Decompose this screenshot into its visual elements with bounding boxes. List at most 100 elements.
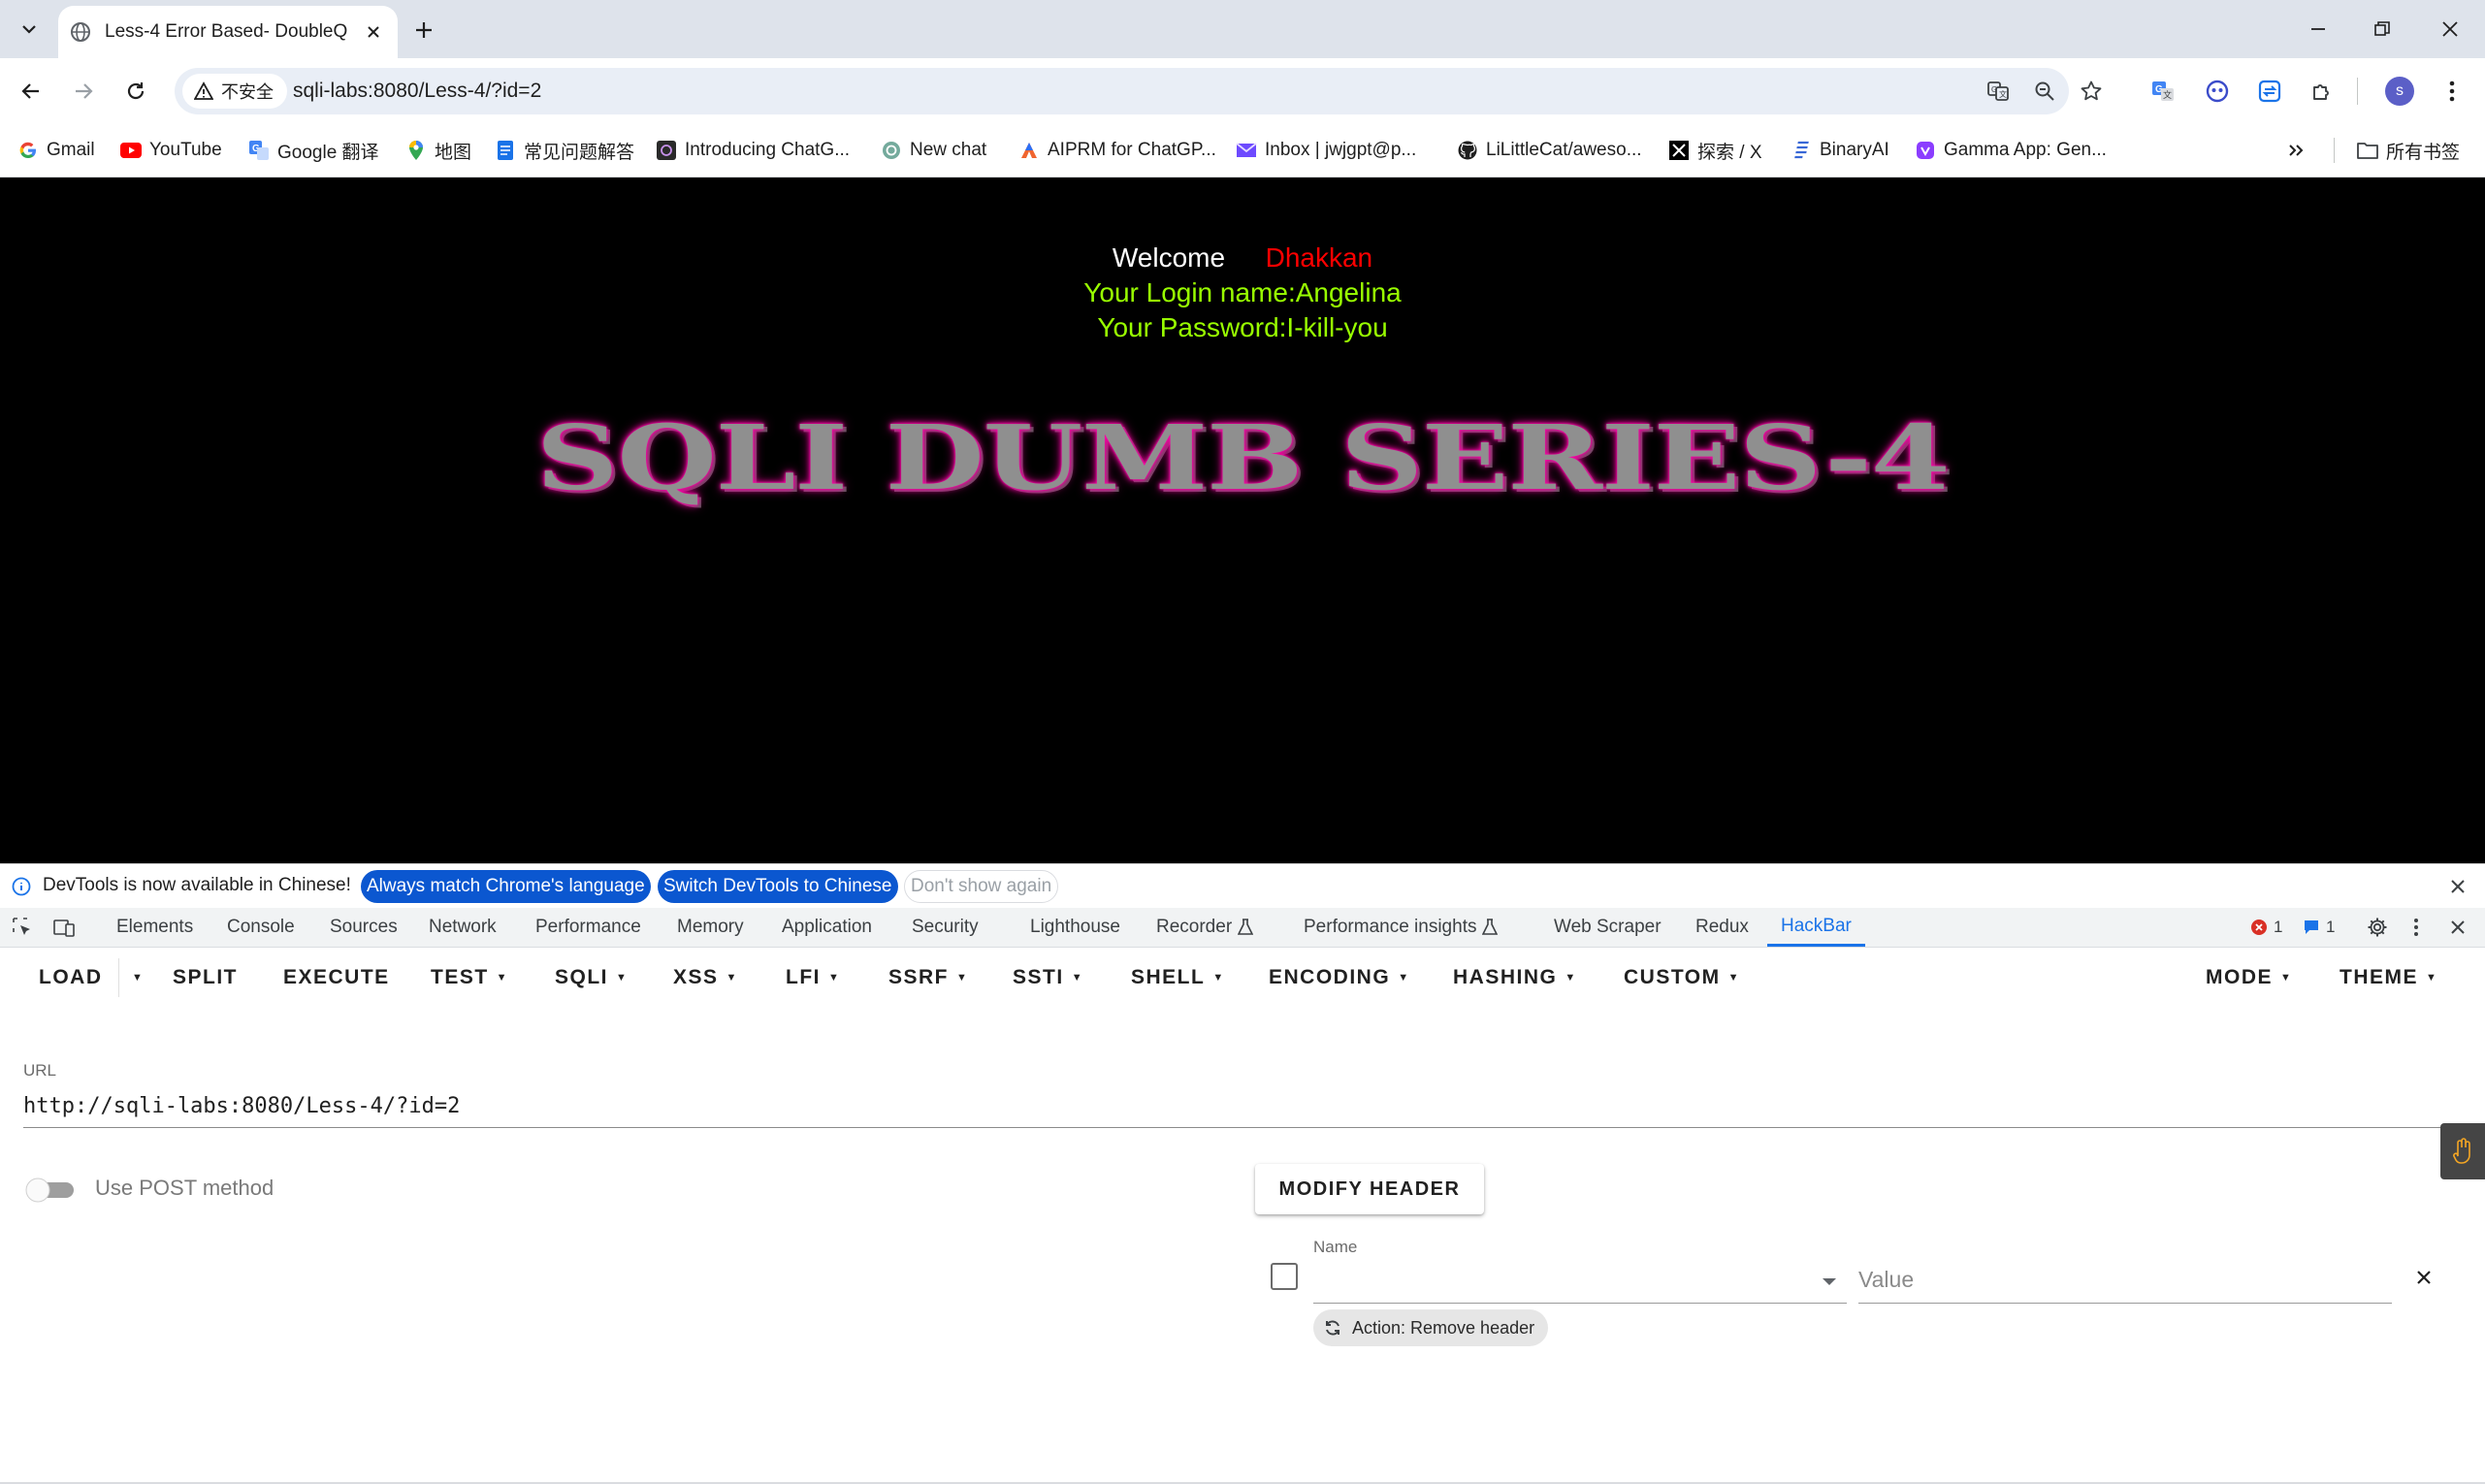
login-name-text: Your Login name:Angelina <box>1083 277 1402 307</box>
message-counter[interactable]: 1 <box>2303 908 2335 947</box>
bookmark-x[interactable]: 探索 / X <box>1668 134 1762 167</box>
remove-header-button[interactable] <box>2409 1263 2438 1292</box>
always-match-language-button[interactable]: Always match Chrome's language <box>361 870 651 903</box>
header-name-input[interactable] <box>1313 1263 1798 1300</box>
tab-performance-insights[interactable]: Performance insights <box>1304 908 1499 947</box>
bookmark-inbox[interactable]: Inbox | jwjgpt@p... <box>1236 134 1416 167</box>
modify-header-button[interactable]: MODIFY HEADER <box>1255 1164 1484 1214</box>
restore-button[interactable] <box>2353 10 2411 48</box>
lfi-menu[interactable]: LFI ▼ <box>786 958 840 997</box>
header-value-input[interactable]: Value <box>1858 1267 1914 1293</box>
close-icon[interactable] <box>2450 879 2466 894</box>
close-window-button[interactable] <box>2421 10 2479 48</box>
device-toolbar-button[interactable] <box>52 908 76 947</box>
bookmarks-overflow-button[interactable] <box>2287 134 2305 167</box>
tab-performance[interactable]: Performance <box>535 908 641 947</box>
minimize-button[interactable] <box>2289 10 2347 48</box>
tab-sources[interactable]: Sources <box>330 908 398 947</box>
sync-extension-icon[interactable] <box>2250 70 2289 113</box>
devtools-settings-button[interactable] <box>2367 908 2388 947</box>
bookmark-binaryai[interactable]: BinaryAI <box>1791 134 1889 167</box>
inspect-element-button[interactable] <box>12 908 33 947</box>
tab-application[interactable]: Application <box>782 908 872 947</box>
shell-menu[interactable]: SHELL ▼ <box>1131 958 1225 997</box>
browser-tab-active[interactable]: Less-4 Error Based- DoubleQ <box>58 6 398 58</box>
load-dropdown-button[interactable]: ▼ <box>128 958 144 997</box>
bookmark-label: 地图 <box>435 142 472 163</box>
caret-down-icon: ▼ <box>616 972 629 984</box>
bookmark-label: YouTube <box>149 140 222 160</box>
load-button[interactable]: LOAD <box>39 958 103 997</box>
profile-avatar[interactable]: s <box>2380 70 2419 113</box>
post-method-toggle[interactable] <box>23 1176 80 1205</box>
bookmark-star-icon[interactable] <box>2076 76 2107 107</box>
header-action-chip[interactable]: Action: Remove header <box>1313 1309 1549 1346</box>
bookmark-introducing-chatgpt[interactable]: Introducing ChatG... <box>656 134 850 167</box>
error-counter[interactable]: 1 <box>2250 908 2282 947</box>
bookmark-label: Google 翻译 <box>277 142 379 163</box>
test-menu[interactable]: TEST ▼ <box>431 958 508 997</box>
xss-menu[interactable]: XSS ▼ <box>673 958 738 997</box>
tab-security[interactable]: Security <box>912 908 979 947</box>
hackbar-url-input[interactable]: http://sqli-labs:8080/Less-4/?id=2 <box>23 1094 460 1118</box>
forward-button[interactable] <box>62 70 105 113</box>
url-text[interactable]: sqli-labs:8080/Less-4/?id=2 <box>293 80 541 103</box>
bookmark-aiprm[interactable]: AIPRM for ChatGP... <box>1018 134 1216 167</box>
translate-icon[interactable]: G文 <box>1983 76 2014 107</box>
header-enable-checkbox[interactable] <box>1271 1263 1298 1290</box>
tab-memory[interactable]: Memory <box>677 908 744 947</box>
switch-to-chinese-button[interactable]: Switch DevTools to Chinese <box>658 870 898 903</box>
security-chip[interactable]: 不安全 <box>182 74 287 109</box>
bookmark-maps[interactable]: 地图 <box>405 134 471 167</box>
devtools-close-button[interactable] <box>2450 908 2466 947</box>
tab-hackbar[interactable]: HackBar <box>1767 908 1865 947</box>
tab-recorder[interactable]: Recorder <box>1156 908 1254 947</box>
zoom-icon[interactable] <box>2029 76 2060 107</box>
tab-redux[interactable]: Redux <box>1695 908 1749 947</box>
tab-search-button[interactable] <box>14 14 45 45</box>
bookmark-gmail[interactable]: Gmail <box>17 134 95 167</box>
bookmark-label: Introducing ChatG... <box>685 140 851 160</box>
chrome-menu-button[interactable] <box>2433 70 2471 113</box>
devtools-menu-button[interactable] <box>2413 908 2419 947</box>
bookmark-gamma[interactable]: Gamma App: Gen... <box>1915 134 2107 167</box>
new-tab-button[interactable] <box>407 14 440 47</box>
caret-down-icon: ▼ <box>1727 972 1741 984</box>
execute-button[interactable]: EXECUTE <box>283 958 390 997</box>
tab-web-scraper[interactable]: Web Scraper <box>1554 908 1662 947</box>
custom-menu[interactable]: CUSTOM ▼ <box>1624 958 1740 997</box>
ssrf-menu[interactable]: SSRF ▼ <box>888 958 968 997</box>
dont-show-again-button[interactable]: Don't show again <box>904 870 1059 903</box>
ai-assistant-extension-icon[interactable] <box>2198 70 2237 113</box>
tab-elements[interactable]: Elements <box>116 908 193 947</box>
translate-extension-icon[interactable]: G文 <box>2144 70 2182 113</box>
tab-network[interactable]: Network <box>429 908 497 947</box>
mode-menu[interactable]: MODE ▼ <box>2206 958 2292 997</box>
reload-button[interactable] <box>114 70 157 113</box>
bookmark-new-chat[interactable]: New chat <box>881 134 986 167</box>
back-button[interactable] <box>10 70 52 113</box>
header-name-label: Name <box>1313 1238 1358 1256</box>
tab-lighthouse[interactable]: Lighthouse <box>1030 908 1120 947</box>
hashing-menu[interactable]: HASHING ▼ <box>1453 958 1577 997</box>
theme-menu[interactable]: THEME ▼ <box>2340 958 2437 997</box>
bookmark-faq[interactable]: 常见问题解答 <box>495 134 634 167</box>
all-bookmarks-folder[interactable]: 所有书签 <box>2357 134 2460 167</box>
sync-icon <box>1326 1320 1339 1336</box>
caret-down-icon: ▼ <box>828 972 841 984</box>
caret-down-icon: ▼ <box>1212 972 1225 984</box>
split-button[interactable]: SPLIT <box>173 958 238 997</box>
header-name-dropdown-icon[interactable] <box>1820 1274 1839 1288</box>
address-bar[interactable]: 不安全 sqli-labs:8080/Less-4/?id=2 G文 <box>175 68 2102 114</box>
bookmark-github[interactable]: LiLittleCat/aweso... <box>1457 134 1642 167</box>
sqli-menu[interactable]: SQLI ▼ <box>555 958 628 997</box>
ssti-menu[interactable]: SSTI ▼ <box>1013 958 1083 997</box>
encoding-menu[interactable]: ENCODING ▼ <box>1269 958 1410 997</box>
tab-console[interactable]: Console <box>227 908 295 947</box>
tab-close-icon[interactable] <box>361 19 386 45</box>
ssti-menu-label: SSTI <box>1013 966 1064 988</box>
bookmark-google-translate[interactable]: G Google 翻译 <box>248 134 379 167</box>
bookmark-youtube[interactable]: YouTube <box>120 134 222 167</box>
extensions-puzzle-icon[interactable] <box>2303 70 2341 113</box>
side-panel-handle[interactable] <box>2440 1123 2485 1179</box>
